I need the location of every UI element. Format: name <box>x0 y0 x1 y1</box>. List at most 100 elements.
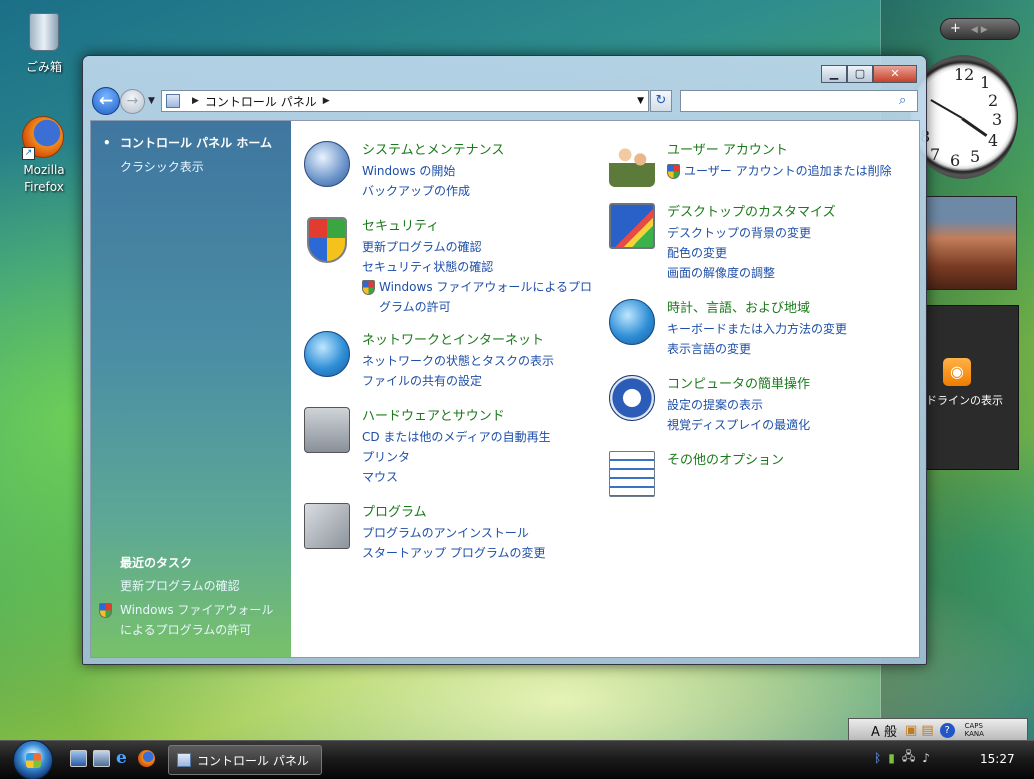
desktop-icon-recycle-bin[interactable]: ごみ箱 <box>9 10 79 76</box>
volume-icon[interactable]: ♪ <box>922 751 930 765</box>
taskbar-clock[interactable]: 15:27 <box>980 752 1015 766</box>
start-button[interactable] <box>13 740 53 779</box>
category-title-security[interactable]: セキュリティ <box>362 217 602 237</box>
breadcrumb-control-panel[interactable]: コントロール パネル <box>205 93 317 110</box>
window-buttons: ▁ ▢ ✕ <box>821 65 917 83</box>
link-create-backup[interactable]: バックアップの作成 <box>362 181 602 201</box>
firefox-quicklaunch-icon[interactable] <box>138 750 155 767</box>
category-title-other[interactable]: その他のオプション <box>667 451 907 471</box>
history-dropdown-icon[interactable]: ▼ <box>148 96 155 106</box>
clock-number: 2 <box>988 91 999 110</box>
ease-of-access-icon[interactable] <box>609 375 655 421</box>
desktop-monitor-icon[interactable] <box>609 203 655 249</box>
link-mouse[interactable]: マウス <box>362 467 602 487</box>
clock-number: 4 <box>988 131 999 150</box>
category-title-programs[interactable]: プログラム <box>362 503 602 523</box>
clock-number: 1 <box>980 73 991 92</box>
clock-minute-hand <box>930 99 963 119</box>
bluetooth-icon[interactable]: ᛒ <box>874 751 881 765</box>
security-tray-icon[interactable]: ▮ <box>888 751 895 765</box>
category-title-system[interactable]: システムとメンテナンス <box>362 141 602 161</box>
link-desktop-background[interactable]: デスクトップの背景の変更 <box>667 223 907 243</box>
address-dropdown-icon[interactable]: ▼ <box>637 96 644 106</box>
feed-headlines-gadget[interactable]: ◉ ドラインの表示 <box>925 305 1019 470</box>
link-security-status[interactable]: セキュリティ状態の確認 <box>362 257 602 277</box>
link-windows-start[interactable]: Windows の開始 <box>362 161 602 181</box>
minimize-button[interactable]: ▁ <box>821 65 847 83</box>
feed-label: ドラインの表示 <box>926 394 1003 407</box>
refresh-button[interactable]: ↻ <box>650 90 672 112</box>
link-keyboard-input[interactable]: キーボードまたは入力方法の変更 <box>667 319 907 339</box>
rss-icon: ◉ <box>943 358 971 386</box>
link-file-sharing[interactable]: ファイルの共有の設定 <box>362 371 602 391</box>
security-shield-icon[interactable] <box>307 217 347 263</box>
ime-mode[interactable]: A 般 <box>871 721 897 740</box>
sidebar-controls[interactable]: + ◀ ▶ <box>940 18 1020 40</box>
clock-globe-icon[interactable] <box>609 299 655 345</box>
help-icon[interactable]: ? <box>939 722 955 738</box>
link-optimize-display[interactable]: 視覚ディスプレイの最適化 <box>667 415 907 435</box>
clock-number: 7 <box>930 145 941 164</box>
breadcrumb-chevron-icon[interactable]: ▶ <box>323 96 330 106</box>
link-color-scheme[interactable]: 配色の変更 <box>667 243 907 263</box>
control-panel-window: ▁ ▢ ✕ ← → ▼ ▶ コントロール パネル ▶ ▼ ↻ ⌕ コントロール … <box>82 55 927 665</box>
link-suggested-settings[interactable]: 設定の提案の表示 <box>667 395 907 415</box>
forward-button[interactable]: → <box>120 89 145 114</box>
taskbar-button-control-panel[interactable]: コントロール パネル <box>168 745 322 775</box>
maximize-button[interactable]: ▢ <box>847 65 873 83</box>
link-printer[interactable]: プリンタ <box>362 447 602 467</box>
ime-tool-icon[interactable]: ▣ <box>905 723 917 738</box>
ime-dictionary-icon[interactable]: ▤ <box>921 723 933 738</box>
category-title-clock[interactable]: 時計、言語、および地域 <box>667 299 907 319</box>
program-box-icon[interactable] <box>304 503 350 549</box>
network-globe-icon[interactable] <box>304 331 350 377</box>
link-network-status[interactable]: ネットワークの状態とタスクの表示 <box>362 351 602 371</box>
link-add-remove-users[interactable]: ユーザー アカウントの追加または削除 <box>667 161 902 181</box>
recent-task-updates[interactable]: 更新プログラムの確認 <box>120 576 240 596</box>
control-panel-home-link[interactable]: コントロール パネル ホーム <box>103 133 272 153</box>
category-title-network[interactable]: ネットワークとインターネット <box>362 331 602 351</box>
link-add-remove-users-label: ユーザー アカウントの追加または削除 <box>684 164 892 178</box>
uac-shield-icon <box>667 164 680 179</box>
link-autoplay[interactable]: CD または他のメディアの自動再生 <box>362 427 602 447</box>
show-desktop-icon[interactable] <box>70 750 87 767</box>
shortcut-arrow-icon: ↗ <box>22 147 35 160</box>
search-icon[interactable]: ⌕ <box>899 93 906 108</box>
language-bar[interactable]: A 般 ▣ ▤ ? CAPS KANA <box>848 718 1028 742</box>
close-button[interactable]: ✕ <box>873 65 917 83</box>
network-icon[interactable]: 🖧 <box>902 747 915 768</box>
printer-icon[interactable] <box>304 407 350 453</box>
category-title-users[interactable]: ユーザー アカウント <box>667 141 907 161</box>
control-panel-small-icon <box>166 94 180 108</box>
checklist-icon[interactable] <box>609 451 655 497</box>
link-check-updates[interactable]: 更新プログラムの確認 <box>362 237 602 257</box>
link-firewall-allow[interactable]: Windows ファイアウォールによるプログラムの許可 <box>362 277 597 317</box>
system-pie-icon[interactable] <box>304 141 350 187</box>
address-bar[interactable]: ▶ コントロール パネル ▶ ▼ <box>161 90 649 112</box>
classic-view-link[interactable]: クラシック表示 <box>120 157 204 177</box>
back-button[interactable]: ← <box>92 87 120 115</box>
switch-windows-icon[interactable] <box>93 750 110 767</box>
link-startup-programs[interactable]: スタートアップ プログラムの変更 <box>362 543 602 563</box>
users-icon[interactable] <box>609 141 655 187</box>
clock-hour-hand <box>961 117 988 137</box>
uac-shield-icon <box>99 603 112 618</box>
link-display-language[interactable]: 表示言語の変更 <box>667 339 907 359</box>
link-screen-resolution[interactable]: 画面の解像度の調整 <box>667 263 907 283</box>
sidebar-nav-arrows-icon[interactable]: ◀ ▶ <box>971 25 988 35</box>
search-input[interactable] <box>680 90 918 112</box>
firefox-icon: ↗ <box>22 116 66 160</box>
link-uninstall[interactable]: プログラムのアンインストール <box>362 523 602 543</box>
category-title-ease[interactable]: コンピュータの簡単操作 <box>667 375 907 395</box>
breadcrumb-chevron-icon[interactable]: ▶ <box>192 96 199 106</box>
category-title-hardware[interactable]: ハードウェアとサウンド <box>362 407 602 427</box>
category-title-desktop[interactable]: デスクトップのカスタマイズ <box>667 203 907 223</box>
clock-number: 5 <box>970 147 981 166</box>
desktop-icon-firefox[interactable]: ↗ Mozilla Firefox <box>9 116 79 196</box>
link-firewall-allow-label: Windows ファイアウォールによるプログラムの許可 <box>379 280 593 314</box>
slideshow-gadget[interactable] <box>925 196 1017 290</box>
system-tray: ᛒ ▮ 🖧 ♪ <box>874 747 930 768</box>
internet-explorer-icon[interactable]: e <box>116 750 133 767</box>
recent-tasks-heading: 最近のタスク <box>120 556 193 570</box>
recent-task-firewall[interactable]: Windows ファイアウォールによるプログラムの許可 <box>120 600 282 640</box>
